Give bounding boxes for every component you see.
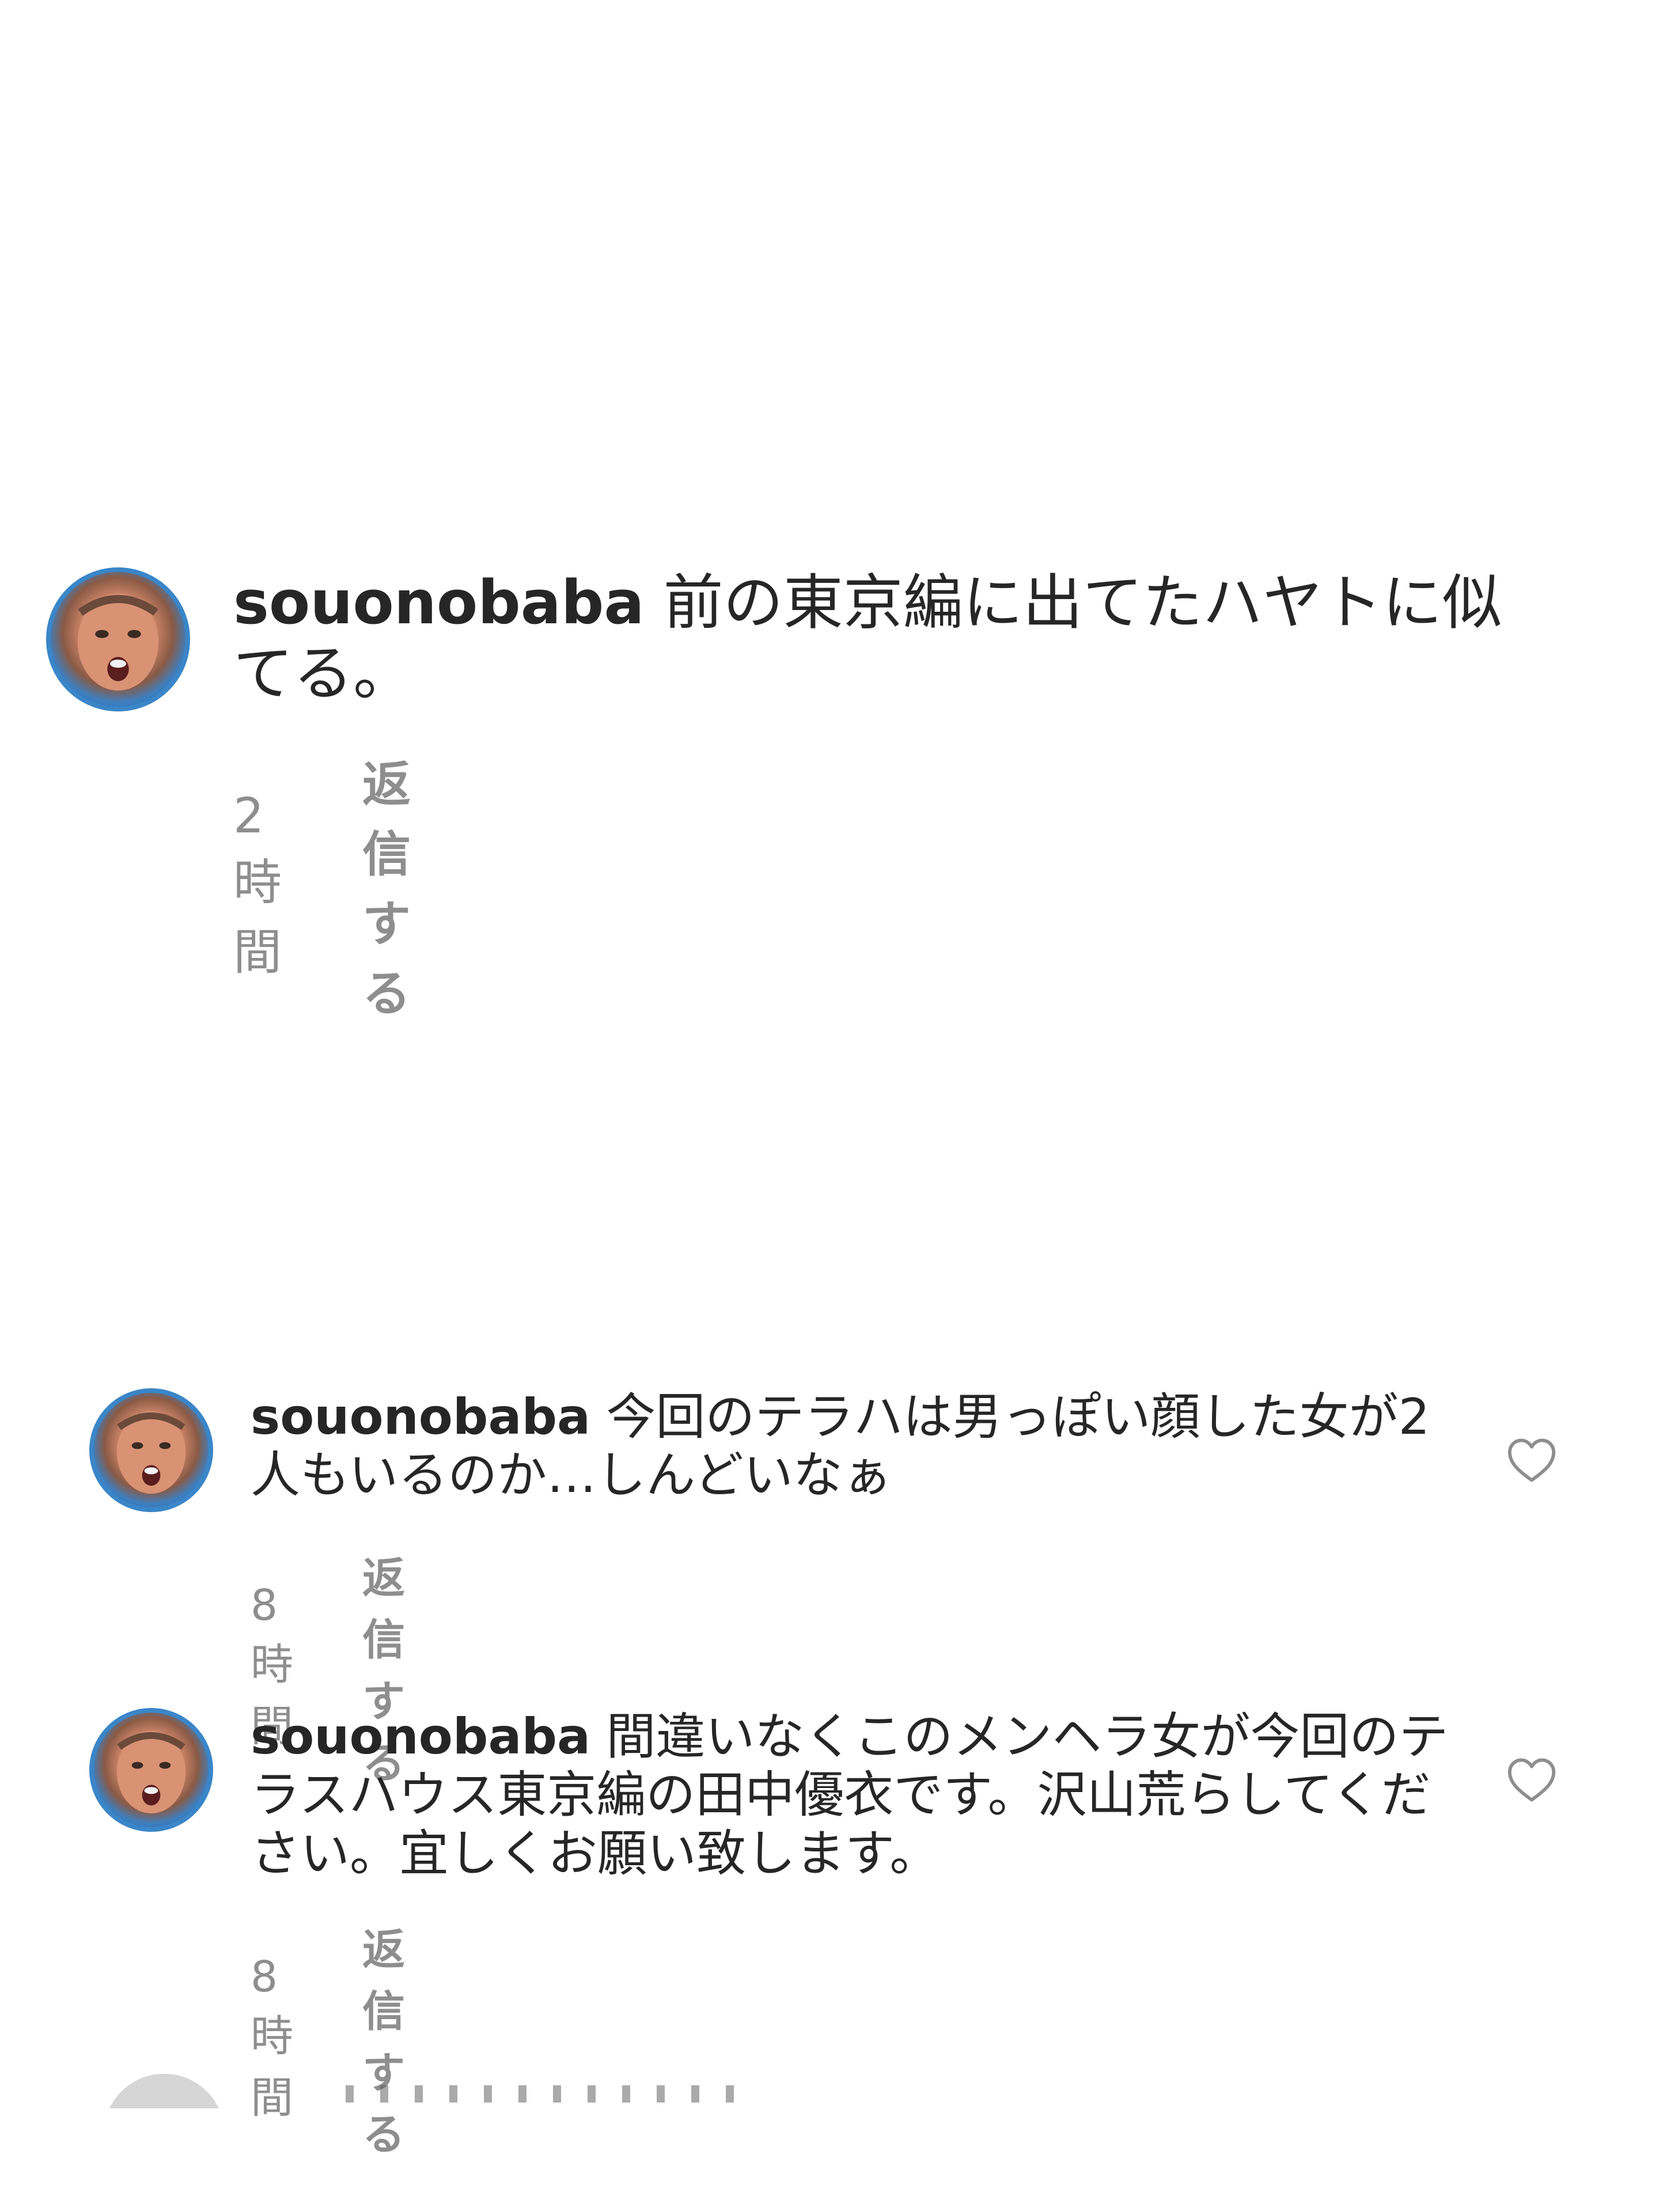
comment-meta: 8時間 返信する — [251, 1915, 405, 2162]
comment-time: 2時間 — [233, 787, 282, 980]
avatar — [104, 2074, 225, 2108]
reply-button[interactable]: 返信する — [362, 746, 411, 1025]
next-comment-cutoff — [0, 2074, 1659, 2108]
comment-username[interactable]: souonobaba — [233, 567, 645, 638]
avatar[interactable] — [89, 1708, 213, 1832]
reply-button[interactable]: 返信する — [362, 1915, 405, 2162]
comment-text: souonobaba 今回のテラハは男っぽい顔した女が2人もいるのか…しんどいな… — [251, 1388, 1449, 1505]
avatar-face-icon — [77, 593, 159, 691]
avatar[interactable] — [46, 567, 190, 711]
comment-meta: 2時間 返信する — [233, 746, 411, 1025]
comment-text: souonobaba 前の東京編に出てたハヤトに似てる。 — [233, 567, 1558, 709]
comment-username[interactable]: souonobaba — [251, 1708, 590, 1766]
avatar-face-icon — [116, 1730, 186, 1814]
avatar-face-icon — [116, 1411, 186, 1494]
comment-username[interactable]: souonobaba — [251, 1388, 590, 1446]
avatar[interactable] — [89, 1388, 213, 1512]
comment-text: souonobaba 間違いなくこのメンヘラ女が今回のテラスハウス東京編の田中優… — [251, 1708, 1449, 1883]
heart-outline-icon[interactable] — [1506, 1437, 1557, 1483]
comment-text-cutoff — [346, 2085, 749, 2103]
heart-outline-icon[interactable] — [1506, 1757, 1557, 1803]
